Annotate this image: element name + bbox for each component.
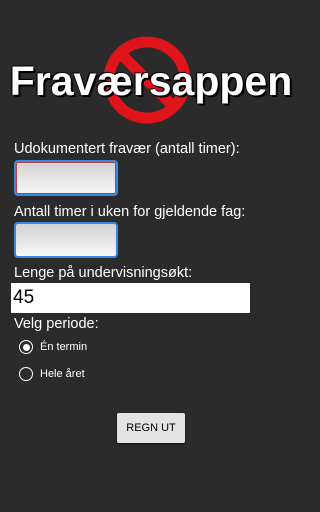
period-option-one-term[interactable]: Én termin — [19, 337, 87, 357]
period-option-whole-year[interactable]: Hele året — [19, 364, 85, 384]
radio-button-selected[interactable] — [19, 340, 33, 354]
session-length-label: Lenge på undervisningsøkt: — [14, 265, 193, 281]
period-label: Velg periode: — [14, 316, 99, 332]
session-length-input[interactable]: 45 — [11, 283, 250, 313]
calculate-button[interactable]: REGN UT — [117, 413, 185, 443]
period-option-label: Hele året — [40, 368, 85, 380]
period-option-label: Én termin — [40, 341, 88, 353]
hours-per-week-label: Antall timer i uken for gjeldende fag: — [14, 204, 246, 220]
app-title: Fraværsappen — [9, 58, 293, 104]
radio-button[interactable] — [19, 367, 33, 381]
hours-per-week-input[interactable] — [14, 222, 118, 258]
app-logo: Fraværsappen — [0, 34, 302, 134]
undocumented-absence-label: Udokumentert fravær (antall timer): — [14, 141, 240, 157]
undocumented-absence-input[interactable] — [14, 160, 118, 196]
